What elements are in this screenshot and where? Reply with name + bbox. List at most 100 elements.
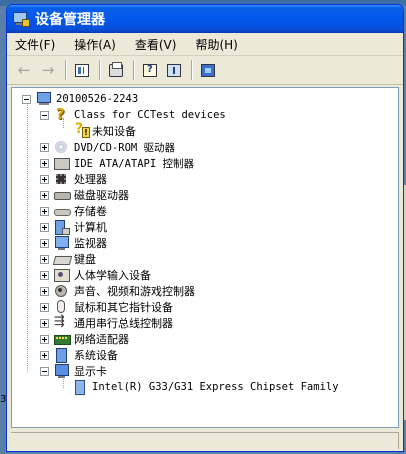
tree-item-processor[interactable]: 处理器: [40, 171, 107, 187]
computer-icon: [54, 220, 70, 235]
expand-toggle[interactable]: [40, 286, 49, 296]
ide-controller-icon: [54, 156, 70, 170]
title-bar[interactable]: 设备管理器: [7, 5, 403, 33]
tree-item-label: DVD/CD-ROM 驱动器: [74, 141, 176, 154]
tree-item-label: 通用串行总线控制器: [74, 317, 173, 330]
toolbar: ← →: [7, 56, 403, 85]
tree-item-label: 键盘: [74, 253, 96, 266]
expand-toggle[interactable]: [40, 142, 49, 152]
forward-button[interactable]: →: [37, 59, 59, 81]
tree-root[interactable]: 20100526-2243: [22, 91, 138, 107]
tree-item-label: 系统设备: [74, 349, 118, 362]
tree-item-usb[interactable]: 通用串行总线控制器: [40, 314, 173, 331]
back-arrow-icon: ←: [17, 61, 31, 79]
status-cell: [11, 433, 399, 449]
tree-item-storage-volume[interactable]: 存储卷: [40, 203, 107, 219]
tree-item-label: 监视器: [74, 237, 107, 250]
tree-item-label: 声音、视频和游戏控制器: [74, 285, 195, 298]
display-adapter-icon: [54, 364, 70, 378]
disk-drive-icon: [54, 188, 71, 202]
network-adapter-icon: [54, 332, 71, 346]
expand-toggle[interactable]: [40, 206, 49, 216]
gpu-icon: [72, 380, 88, 395]
expand-toggle[interactable]: [40, 302, 49, 312]
expand-toggle[interactable]: [40, 222, 49, 232]
tree-item-label: Intel(R) G33/G31 Express Chipset Family: [92, 381, 339, 393]
menu-view[interactable]: 查看(V): [135, 36, 177, 53]
expand-toggle[interactable]: [40, 158, 49, 168]
system-device-icon: [54, 348, 70, 363]
expand-toggle[interactable]: [40, 174, 49, 184]
mouse-icon: [54, 300, 70, 314]
tree-item-hid[interactable]: 人体学输入设备: [40, 267, 151, 283]
tree-item-label: IDE ATA/ATAPI 控制器: [74, 157, 195, 170]
print-button[interactable]: [105, 59, 127, 81]
tree-item-intel-gpu[interactable]: Intel(R) G33/G31 Express Chipset Family: [58, 379, 339, 395]
toolbar-separator: [65, 60, 67, 80]
keyboard-icon: [54, 252, 70, 266]
sound-icon: [54, 284, 70, 298]
menu-action[interactable]: 操作(A): [74, 36, 116, 53]
forward-arrow-icon: →: [41, 61, 55, 79]
window-title: 设备管理器: [35, 12, 105, 28]
expand-toggle[interactable]: [40, 238, 49, 248]
expand-toggle[interactable]: [40, 334, 49, 344]
tree-item-keyboard[interactable]: 键盘: [40, 251, 96, 267]
printer-icon: [109, 61, 123, 77]
menu-help[interactable]: 帮助(H): [195, 36, 237, 53]
tree-item-label: Class for CCTest devices: [74, 109, 226, 121]
menu-file[interactable]: 文件(F): [15, 36, 55, 53]
expand-toggle[interactable]: [40, 350, 49, 360]
processor-icon: [54, 172, 70, 186]
device-manager-icon: [13, 11, 30, 27]
tree-item-label: 人体学输入设备: [74, 269, 151, 282]
expand-toggle[interactable]: [40, 190, 49, 200]
tree-item-sound-video-game[interactable]: 声音、视频和游戏控制器: [40, 283, 195, 299]
tree-item-label: 磁盘驱动器: [74, 189, 129, 202]
toolbar-separator: [133, 60, 135, 80]
tree-item-label: 未知设备: [92, 125, 136, 138]
tree-item-mouse[interactable]: 鼠标和其它指针设备: [40, 299, 173, 315]
warning-icon: [72, 121, 90, 138]
tree-item-label: 显示卡: [74, 365, 107, 378]
properties-button[interactable]: [139, 59, 161, 81]
toolbar-separator: [191, 60, 193, 80]
expand-toggle[interactable]: [40, 318, 49, 328]
scan-hardware-button[interactable]: [197, 59, 219, 81]
tree-item-system-device[interactable]: 系统设备: [40, 347, 118, 363]
tree-item-class-cctest[interactable]: Class for CCTest devices: [40, 105, 226, 123]
tree-item-dvd-cdrom[interactable]: DVD/CD-ROM 驱动器: [40, 139, 175, 155]
computer-icon: [36, 92, 52, 106]
properties-icon: [143, 63, 157, 77]
tree-item-display-adapter[interactable]: 显示卡: [40, 363, 107, 379]
cdrom-icon: [54, 140, 70, 154]
device-manager-window: 设备管理器 文件(F) 操作(A) 查看(V) 帮助(H) ← → 201005…: [6, 4, 404, 452]
expand-toggle[interactable]: [40, 270, 49, 280]
toolbar-separator: [99, 60, 101, 80]
tree-item-label: 网络适配器: [74, 333, 129, 346]
device-tree[interactable]: 20100526-2243 Class for CCTest devices 未…: [11, 87, 399, 428]
expand-toggle[interactable]: [40, 254, 49, 264]
tree-item-label: 存储卷: [74, 205, 107, 218]
back-button[interactable]: ←: [13, 59, 35, 81]
tree-root-label: 20100526-2243: [56, 93, 139, 105]
tree-item-label: 计算机: [74, 221, 107, 234]
collapse-toggle[interactable]: [40, 366, 49, 376]
tree-item-unknown-device[interactable]: 未知设备: [58, 121, 136, 139]
storage-volume-icon: [54, 204, 71, 218]
collapse-toggle[interactable]: [22, 94, 31, 104]
show-hide-console-tree-button[interactable]: [71, 59, 93, 81]
tree-item-disk-drive[interactable]: 磁盘驱动器: [40, 187, 129, 203]
tree-item-computer[interactable]: 计算机: [40, 219, 107, 235]
tree-item-ide-controller[interactable]: IDE ATA/ATAPI 控制器: [40, 155, 194, 171]
monitor-icon: [54, 236, 70, 250]
collapse-toggle[interactable]: [40, 110, 49, 120]
tree-connector: [27, 102, 28, 372]
status-bar: [11, 432, 399, 449]
help-button[interactable]: [163, 59, 185, 81]
question-icon: [54, 105, 70, 123]
tree-item-monitor[interactable]: 监视器: [40, 235, 107, 251]
tree-item-network-adapter[interactable]: 网络适配器: [40, 331, 129, 347]
console-tree-icon: [75, 63, 89, 77]
tree-item-label: 处理器: [74, 173, 107, 186]
